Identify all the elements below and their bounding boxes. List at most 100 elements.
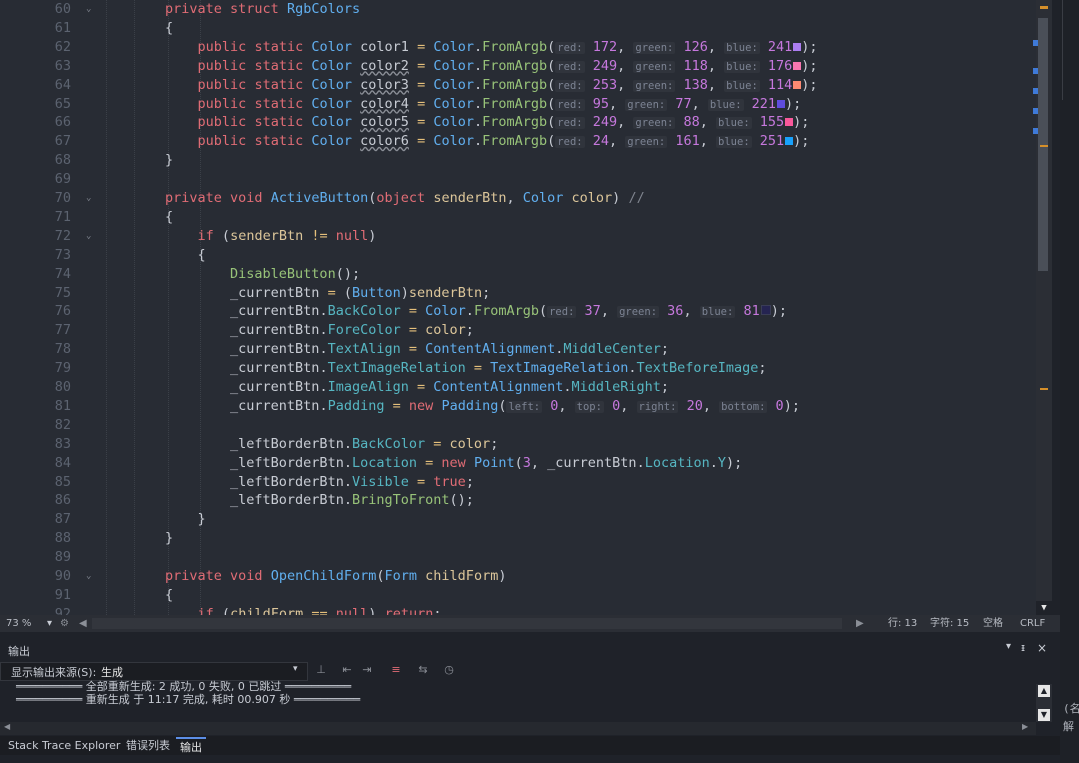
output-source-select[interactable]: 生成 (101, 664, 123, 680)
scroll-down-arrow-icon[interactable]: ▼ (1036, 601, 1052, 615)
scroll-right-icon[interactable]: ▶ (856, 615, 864, 632)
horizontal-scrollbar[interactable] (92, 618, 842, 629)
line-number: 77 (54, 322, 71, 339)
code-line[interactable]: 79 _currentBtn.TextImageRelation = TextI… (0, 359, 1036, 378)
code-text[interactable]: _leftBorderBtn.Visible = true; (165, 473, 474, 492)
code-line[interactable]: 62 public static Color color1 = Color.Fr… (0, 38, 1036, 57)
code-text[interactable]: } (165, 510, 206, 529)
code-line[interactable]: 82 (0, 416, 1036, 435)
close-icon[interactable]: × (1037, 641, 1047, 655)
code-line[interactable]: 67 public static Color color6 = Color.Fr… (0, 132, 1036, 151)
code-line[interactable]: 87 } (0, 510, 1036, 529)
line-indicator[interactable]: 行: 13 (888, 615, 917, 632)
code-line[interactable]: 61 { (0, 19, 1036, 38)
code-text[interactable]: _currentBtn.BackColor = Color.FromArgb(r… (165, 302, 787, 322)
code-line[interactable]: 85 _leftBorderBtn.Visible = true; (0, 473, 1036, 492)
pin-icon[interactable]: ᵻ (1021, 641, 1025, 654)
code-text[interactable]: public static Color color4 = Color.FromA… (165, 95, 802, 115)
code-line[interactable]: 81 _currentBtn.Padding = new Padding(lef… (0, 397, 1036, 416)
clock-icon[interactable]: ◷ (442, 663, 456, 677)
code-text[interactable]: { (165, 19, 173, 38)
code-line[interactable]: 92 if (childForm == null) return; (0, 605, 1036, 615)
zoom-level[interactable]: 73 % (6, 615, 31, 632)
code-line[interactable]: 70 ⌄ private void ActiveButton(object send… (0, 189, 1036, 208)
code-line[interactable]: 63 public static Color color2 = Color.Fr… (0, 57, 1036, 76)
code-line[interactable]: 71 { (0, 208, 1036, 227)
prev-message-icon[interactable]: ⇤ (340, 663, 354, 677)
code-text[interactable]: if (childForm == null) return; (165, 605, 442, 615)
code-line[interactable]: 83 _leftBorderBtn.BackColor = color; (0, 435, 1036, 454)
tab-output[interactable]: 输出 (176, 737, 206, 756)
chevron-down-icon[interactable]: ▾ (47, 615, 52, 632)
code-text[interactable]: DisableButton(); (165, 265, 360, 284)
code-line[interactable]: 66 public static Color color5 = Color.Fr… (0, 113, 1036, 132)
code-line[interactable]: 74 DisableButton(); (0, 265, 1036, 284)
code-line[interactable]: 77 _currentBtn.ForeColor = color; (0, 321, 1036, 340)
line-ending[interactable]: CRLF (1020, 615, 1045, 632)
code-text[interactable]: private void ActiveButton(object senderB… (165, 189, 645, 208)
code-line[interactable]: 75 _currentBtn = (Button)senderBtn; (0, 284, 1036, 303)
clear-all-icon[interactable]: ≡ (389, 663, 403, 677)
dropdown-icon[interactable]: ▾ (1006, 641, 1011, 652)
code-text[interactable]: public static Color color5 = Color.FromA… (165, 113, 810, 133)
output-scrollbar[interactable]: ▲ ▼ (1036, 684, 1052, 722)
fold-toggle-icon[interactable]: ⌄ (86, 227, 91, 246)
code-text[interactable]: if (senderBtn != null) (165, 227, 377, 246)
tab-error-list[interactable]: 错误列表 (122, 737, 174, 754)
code-line[interactable]: 60 ⌄ private struct RgbColors (0, 0, 1036, 19)
code-line[interactable]: 89 (0, 548, 1036, 567)
code-line[interactable]: 65 public static Color color4 = Color.Fr… (0, 95, 1036, 114)
code-line[interactable]: 68} (0, 151, 1036, 170)
code-text[interactable]: } (165, 151, 173, 170)
code-text[interactable]: _currentBtn.Padding = new Padding(left: … (165, 397, 800, 417)
code-text[interactable]: private struct RgbColors (165, 0, 360, 19)
fold-toggle-icon[interactable]: ⌄ (86, 567, 91, 586)
code-text[interactable]: { (165, 208, 173, 227)
code-line[interactable]: 64 public static Color color3 = Color.Fr… (0, 76, 1036, 95)
code-line[interactable]: 73 { (0, 246, 1036, 265)
code-text[interactable]: _leftBorderBtn.BackColor = color; (165, 435, 498, 454)
code-text[interactable]: public static Color color6 = Color.FromA… (165, 132, 810, 152)
fold-toggle-icon[interactable]: ⌄ (86, 0, 91, 19)
code-line[interactable]: 91 { (0, 586, 1036, 605)
code-line[interactable]: 86 _leftBorderBtn.BringToFront(); (0, 491, 1036, 510)
scroll-right-icon[interactable]: ▶ (1022, 722, 1028, 731)
indent-mode[interactable]: 空格 (983, 615, 1003, 632)
code-line[interactable]: 88} (0, 529, 1036, 548)
code-editor[interactable]: 60 ⌄ private struct RgbColors 61 {62 public … (0, 0, 1036, 615)
code-text[interactable]: private void OpenChildForm(Form childFor… (165, 567, 506, 586)
code-line[interactable]: 84 _leftBorderBtn.Location = new Point(3… (0, 454, 1036, 473)
tab-stack-trace-explorer[interactable]: Stack Trace Explorer (4, 737, 124, 754)
code-text[interactable]: _currentBtn.TextAlign = ContentAlignment… (165, 340, 669, 359)
code-line[interactable]: 72 ⌄ if (senderBtn != null) (0, 227, 1036, 246)
next-message-icon[interactable]: ⇥ (360, 663, 374, 677)
code-text[interactable]: _currentBtn.TextImageRelation = TextImag… (165, 359, 767, 378)
code-line[interactable]: 78 _currentBtn.TextAlign = ContentAlignm… (0, 340, 1036, 359)
code-text[interactable]: _currentBtn = (Button)senderBtn; (165, 284, 490, 303)
code-text[interactable]: public static Color color1 = Color.FromA… (165, 38, 818, 58)
code-line[interactable]: 80 _currentBtn.ImageAlign = ContentAlign… (0, 378, 1036, 397)
word-wrap-icon[interactable]: ⇆ (416, 663, 430, 677)
scroll-left-icon[interactable]: ◀ (79, 615, 87, 632)
code-line[interactable]: 69 (0, 170, 1036, 189)
find-in-output-icon[interactable]: ⊥ (314, 663, 328, 677)
code-text[interactable]: { (165, 586, 173, 605)
code-cleanup-icon[interactable]: ⚙ (60, 615, 69, 632)
code-text[interactable]: public static Color color2 = Color.FromA… (165, 57, 818, 77)
fold-toggle-icon[interactable]: ⌄ (86, 189, 91, 208)
scroll-down-arrow-icon[interactable]: ▼ (1038, 709, 1050, 721)
code-text[interactable]: _leftBorderBtn.BringToFront(); (165, 491, 474, 510)
code-text[interactable]: _currentBtn.ImageAlign = ContentAlignmen… (165, 378, 669, 397)
code-text[interactable]: _currentBtn.ForeColor = color; (165, 321, 474, 340)
output-hscrollbar[interactable]: ◀ ▶ (0, 722, 1036, 735)
scroll-up-arrow-icon[interactable]: ▲ (1038, 685, 1050, 697)
code-text[interactable]: _leftBorderBtn.Location = new Point(3, _… (165, 454, 742, 473)
code-text[interactable]: { (165, 246, 206, 265)
code-line[interactable]: 76 _currentBtn.BackColor = Color.FromArg… (0, 302, 1036, 321)
chevron-down-icon[interactable]: ▾ (293, 664, 298, 674)
code-text[interactable]: } (165, 529, 173, 548)
code-text[interactable]: public static Color color3 = Color.FromA… (165, 76, 818, 96)
scroll-left-icon[interactable]: ◀ (4, 722, 10, 731)
code-line[interactable]: 90 ⌄ private void OpenChildForm(Form child… (0, 567, 1036, 586)
char-indicator[interactable]: 字符: 15 (930, 615, 969, 632)
